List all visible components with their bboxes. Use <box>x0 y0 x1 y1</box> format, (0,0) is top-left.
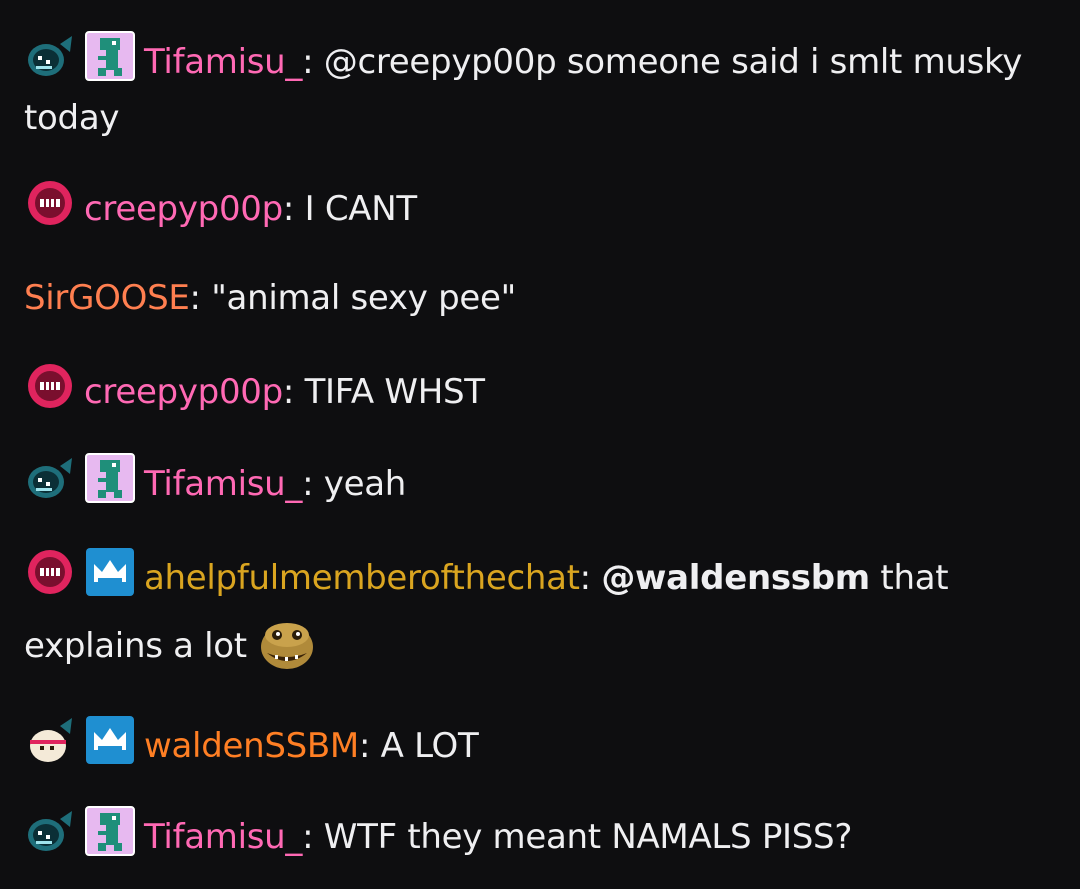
separator: : <box>302 817 324 857</box>
chat-message: ahelpfulmemberofthechat: @waldenssbm tha… <box>24 544 1054 680</box>
crown-badge-icon[interactable] <box>84 546 136 598</box>
dino-badge-icon[interactable] <box>84 30 136 82</box>
separator: : <box>282 189 305 229</box>
chat-message: creepyp00p: TIFA WHST <box>24 360 1054 420</box>
message-text: WTF they meant NAMALS PISS? <box>323 817 853 857</box>
chat-message: creepyp00p: I CANT <box>24 177 1054 237</box>
dino-badge-icon[interactable] <box>84 805 136 857</box>
message-text: TIFA WHST <box>304 372 485 412</box>
egg-badge-icon[interactable] <box>24 714 76 766</box>
username[interactable]: creepyp00p <box>84 372 283 412</box>
dino-badge-icon[interactable] <box>84 452 136 504</box>
username[interactable]: Tifamisu_ <box>144 817 302 857</box>
username[interactable]: waldenSSBM <box>144 726 359 766</box>
crown-badge-icon[interactable] <box>84 714 136 766</box>
lizard-emote-icon[interactable] <box>255 613 319 677</box>
chat-message: waldenSSBM: A LOT <box>24 714 1054 774</box>
red-face-badge-icon[interactable] <box>24 360 76 412</box>
username[interactable]: Tifamisu_ <box>144 464 302 504</box>
red-face-badge-icon[interactable] <box>24 546 76 598</box>
message-text: yeah <box>323 464 407 504</box>
separator: : <box>302 464 324 504</box>
separator: : <box>579 558 602 598</box>
separator: : <box>358 726 381 766</box>
red-face-badge-icon[interactable] <box>24 177 76 229</box>
separator: : <box>282 372 305 412</box>
username[interactable]: Tifamisu_ <box>144 42 302 82</box>
chat-message: SirGOOSE: "animal sexy pee" <box>24 270 1054 326</box>
message-text: A LOT <box>380 726 479 766</box>
separator: : <box>302 42 324 82</box>
chat-message: Tifamisu_: WTF they meant NAMALS PISS? <box>24 805 1054 865</box>
username[interactable]: ahelpfulmemberofthechat <box>144 558 580 598</box>
message-text: "animal sexy pee" <box>211 278 516 318</box>
message-text: I CANT <box>304 189 418 229</box>
username[interactable]: SirGOOSE <box>24 278 190 318</box>
mention[interactable]: @waldenssbm <box>601 558 870 598</box>
fish-badge-icon[interactable] <box>24 30 76 82</box>
username[interactable]: creepyp00p <box>84 189 283 229</box>
chat-log: Tifamisu_: @creepyp00p someone said i sm… <box>0 0 1080 889</box>
separator: : <box>189 278 212 318</box>
fish-badge-icon[interactable] <box>24 452 76 504</box>
chat-message: Tifamisu_: yeah <box>24 452 1054 512</box>
fish-badge-icon[interactable] <box>24 805 76 857</box>
chat-message: Tifamisu_: @creepyp00p someone said i sm… <box>24 30 1054 146</box>
